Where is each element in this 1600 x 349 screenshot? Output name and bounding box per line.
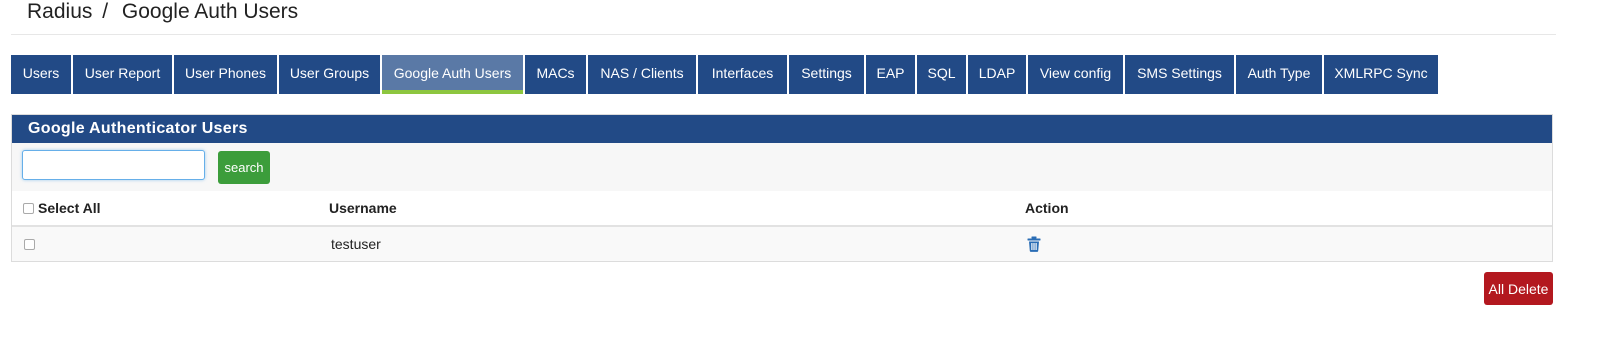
- tab-settings[interactable]: Settings: [789, 55, 864, 94]
- row-checkbox[interactable]: [24, 238, 35, 250]
- tab-ldap[interactable]: LDAP: [968, 55, 1026, 94]
- table-row: testuser: [12, 227, 1552, 261]
- tab-sms-settings[interactable]: SMS Settings: [1125, 55, 1234, 94]
- tab-macs[interactable]: MACs: [525, 55, 586, 94]
- search-input[interactable]: [22, 150, 205, 180]
- header-divider: [11, 34, 1556, 35]
- breadcrumb-current: Google Auth Users: [121, 0, 299, 23]
- row-select-cell: [24, 227, 39, 261]
- breadcrumb-separator: /: [102, 0, 109, 23]
- tab-eap[interactable]: EAP: [866, 55, 915, 94]
- select-all-cell: Select All: [23, 191, 101, 225]
- search-bar: search: [12, 143, 1552, 191]
- tab-users[interactable]: Users: [11, 55, 71, 94]
- google-auth-users-panel: Google Authenticator Users search Select…: [11, 114, 1553, 262]
- tab-xmlrpc-sync[interactable]: XMLRPC Sync: [1324, 55, 1438, 94]
- tab-interfaces[interactable]: Interfaces: [698, 55, 787, 94]
- tab-nas-clients[interactable]: NAS / Clients: [588, 55, 696, 94]
- select-all-label: Select All: [38, 200, 101, 216]
- panel-title: Google Authenticator Users: [12, 115, 1552, 143]
- select-all-checkbox[interactable]: [23, 202, 34, 214]
- row-action-cell: [1027, 227, 1041, 261]
- tab-sql[interactable]: SQL: [917, 55, 966, 94]
- breadcrumb: Radius / Google Auth Users: [27, 0, 298, 26]
- breadcrumb-parent[interactable]: Radius: [27, 0, 92, 23]
- table-header: Select All Username Action: [12, 191, 1552, 227]
- tab-user-phones[interactable]: User Phones: [174, 55, 277, 94]
- tab-google-auth-users[interactable]: Google Auth Users: [382, 55, 523, 94]
- tab-user-groups[interactable]: User Groups: [279, 55, 380, 94]
- tab-view-config[interactable]: View config: [1028, 55, 1123, 94]
- all-delete-button[interactable]: All Delete: [1484, 272, 1553, 305]
- search-button[interactable]: search: [218, 151, 270, 184]
- tab-user-report[interactable]: User Report: [73, 55, 172, 94]
- row-username: testuser: [331, 236, 381, 252]
- tab-auth-type[interactable]: Auth Type: [1236, 55, 1322, 94]
- column-header-action: Action: [1025, 200, 1069, 216]
- trash-icon[interactable]: [1027, 236, 1041, 252]
- column-header-username: Username: [329, 200, 397, 216]
- tab-bar: Users User Report User Phones User Group…: [11, 55, 1440, 94]
